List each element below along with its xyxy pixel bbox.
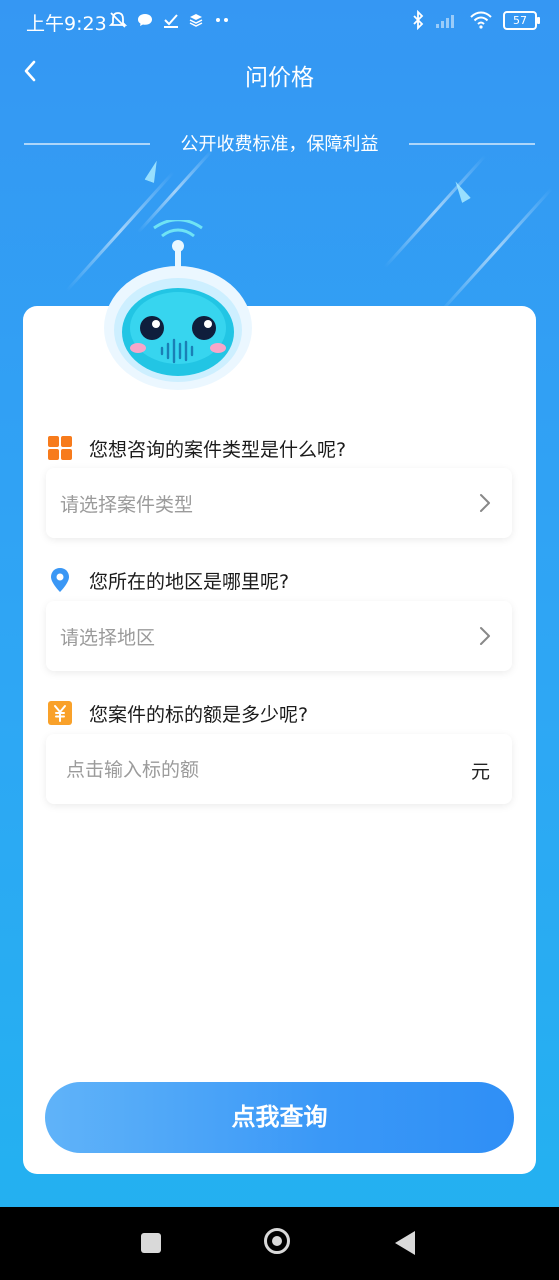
bluetooth-icon	[413, 10, 424, 30]
region-placeholder: 请选择地区	[60, 627, 156, 649]
chat-bubble-icon	[138, 14, 152, 26]
status-time: 上午9:23	[26, 13, 107, 35]
yuan-icon	[48, 701, 72, 725]
nav-bar: 问价格	[0, 50, 559, 94]
case-type-placeholder: 请选择案件类型	[60, 494, 194, 516]
case-type-question: 您想咨询的案件类型是什么呢?	[47, 434, 346, 462]
check-icon	[164, 14, 178, 28]
chevron-right-icon	[480, 494, 490, 512]
amount-unit: 元	[470, 761, 490, 783]
page-title: 问价格	[245, 65, 314, 91]
recent-apps-icon[interactable]	[141, 1233, 161, 1253]
amount-question: 您案件的标的额是多少呢?	[47, 699, 308, 727]
home-icon[interactable]	[264, 1228, 290, 1254]
amount-question-text: 您案件的标的额是多少呢?	[89, 703, 309, 726]
signal-icon	[436, 15, 454, 28]
case-type-select[interactable]: 请选择案件类型	[46, 468, 512, 538]
more-dots-icon	[216, 18, 228, 22]
layers-icon	[189, 14, 203, 27]
case-type-question-text: 您想咨询的案件类型是什么呢?	[89, 438, 347, 461]
back-triangle-icon[interactable]	[395, 1231, 415, 1255]
robot-mascot-icon	[104, 220, 252, 390]
decorative-streak	[437, 187, 553, 316]
location-pin-icon	[51, 568, 69, 592]
slogan-divider-right	[409, 143, 535, 145]
status-left-icons	[108, 10, 232, 30]
ask-price-screen: 上午9:23 57 问价格 公开收费标准，保障利益 您想咨询的案件类型是什么呢?…	[0, 0, 559, 1280]
query-button[interactable]: 点我查询	[45, 1082, 514, 1153]
grid-icon	[48, 436, 72, 460]
battery-icon: 57	[503, 10, 540, 30]
decorative-spark	[145, 159, 162, 183]
status-right-icons: 57	[411, 10, 540, 30]
amount-input[interactable]	[64, 754, 448, 786]
region-select[interactable]: 请选择地区	[46, 601, 512, 671]
region-question: 您所在的地区是哪里呢?	[47, 566, 289, 594]
slogan-banner: 公开收费标准，保障利益	[24, 130, 535, 158]
system-navigation-bar	[0, 1207, 559, 1280]
region-question-text: 您所在的地区是哪里呢?	[89, 570, 290, 593]
chevron-right-icon	[480, 627, 490, 645]
decorative-streak	[383, 154, 487, 269]
mute-bell-icon	[108, 12, 128, 28]
wifi-icon	[470, 11, 492, 29]
amount-field: 元	[46, 734, 512, 804]
status-bar: 上午9:23 57	[0, 0, 559, 42]
